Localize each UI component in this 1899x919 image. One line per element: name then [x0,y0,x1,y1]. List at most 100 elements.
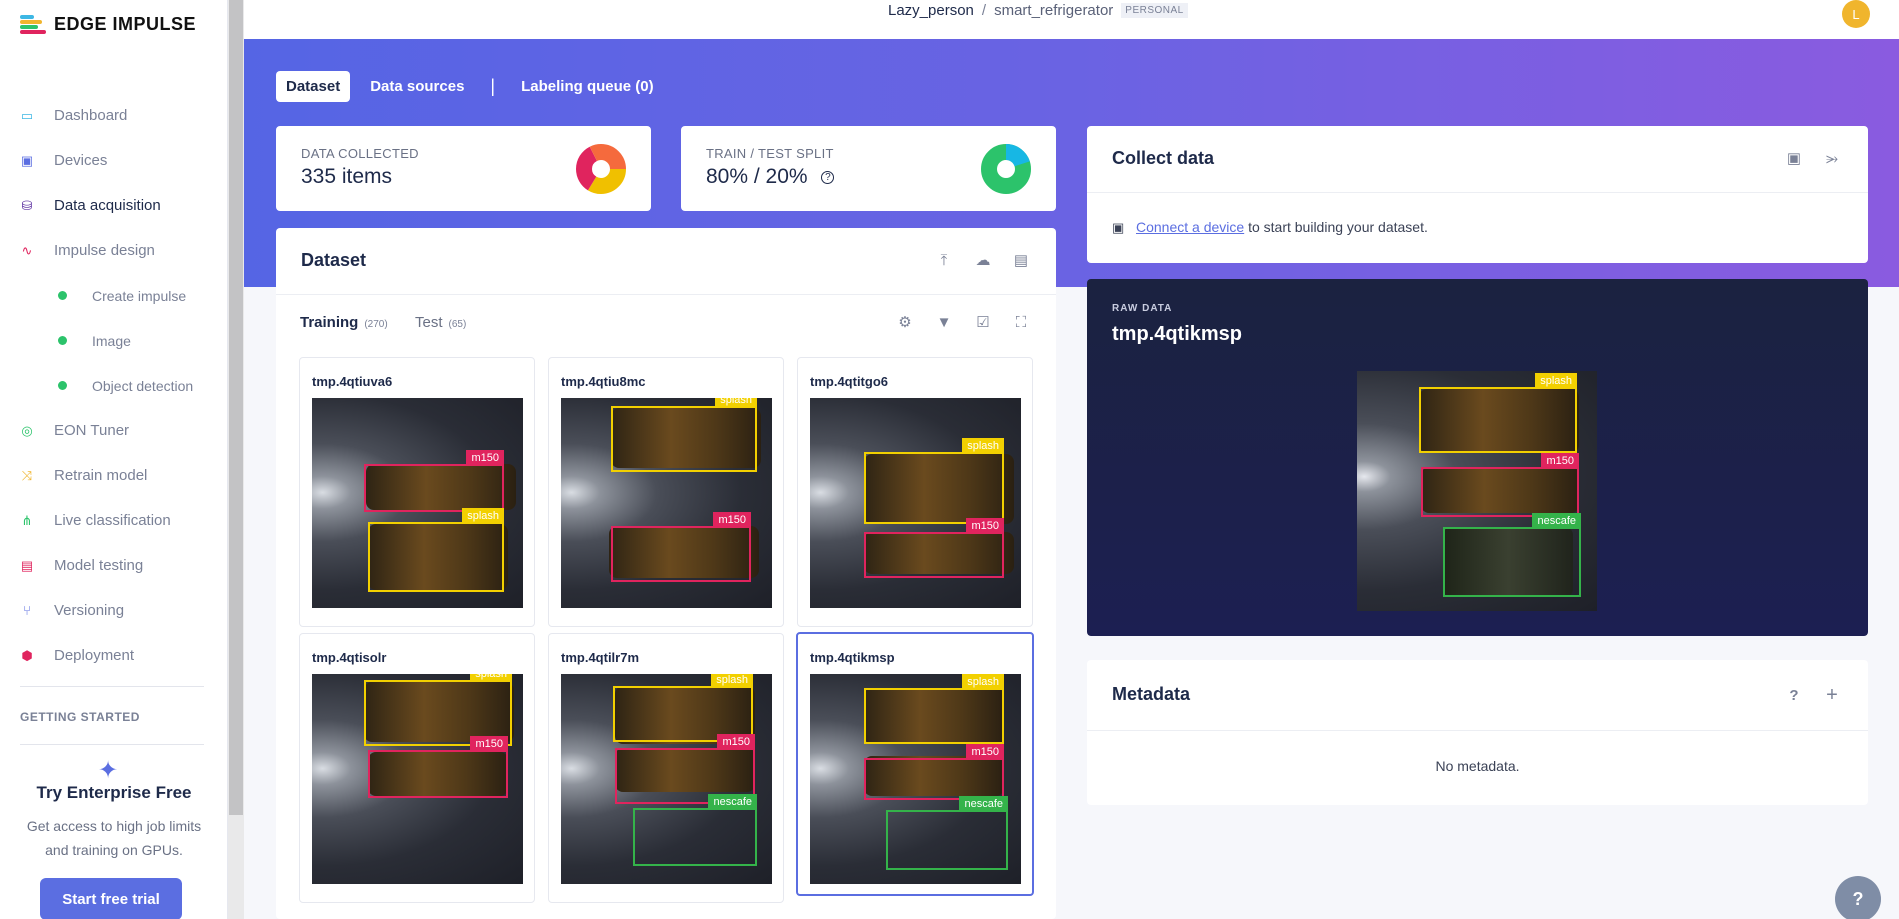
sidebar-item-label: Impulse design [54,242,155,259]
monitor-icon: ▭ [20,107,34,123]
edge-impulse-logo[interactable]: EDGE IMPULSE [20,14,196,35]
sample-card-selected[interactable]: tmp.4qtikmsp splash m150 nescafe [796,632,1034,896]
filter-icon[interactable]: ▼ [934,312,954,332]
box-label: nescafe [1532,513,1581,529]
usb-icon[interactable]: ⭃ [1822,148,1842,168]
sample-image: splash m150 nescafe [810,674,1021,884]
sample-image: splash m150 nescafe [561,674,772,884]
test-tab-label: Test [415,314,443,331]
sidebar-subitem-create-impulse[interactable]: Create impulse [0,273,228,318]
sidebar-item-model-testing[interactable]: ▤ Model testing [0,543,228,588]
sidebar-item-impulse-design[interactable]: ∿ Impulse design [0,228,228,273]
cloud-upload-icon[interactable]: ☁ [973,250,993,270]
sidebar-item-live-classification[interactable]: ⋔ Live classification [0,498,228,543]
start-free-trial-button[interactable]: Start free trial [40,878,182,919]
sidebar-item-retrain-model[interactable]: ⤨ Retrain model [0,453,228,498]
dataset-tabs: Dataset Data sources | Labeling queue (0… [276,71,674,102]
bounding-box: splash [1419,373,1577,453]
compass-icon: ◎ [21,422,33,438]
divider [20,744,204,745]
training-count: (270) [364,319,388,330]
collect-data-message: Connect a device to start building your … [1136,219,1428,235]
enterprise-description: Get access to high job limits and traini… [26,818,202,858]
label-distribution-donut-icon [576,144,626,194]
sidebar-scrollbar-thumb[interactable] [229,0,243,815]
metadata-title: Metadata [1112,684,1191,704]
collect-data-text: to start building your dataset. [1244,219,1428,235]
fullscreen-icon[interactable]: ⛶ [1011,312,1031,332]
raw-data-label: RAW DATA [1112,303,1173,314]
raw-data-image: splash m150 nescafe [1357,371,1597,611]
no-metadata-text: No metadata. [1435,758,1520,774]
chip-icon: ▣ [1112,220,1125,235]
tab-training[interactable]: Training (270) [300,314,388,331]
sample-card[interactable]: tmp.4qtitgo6 splash m150 [797,357,1033,627]
box-label: m150 [466,450,504,466]
sidebar-nav: ▭ Dashboard ▣ Devices ⛁ Data acquisition… [0,93,228,678]
sample-card[interactable]: tmp.4qtiuva6 m150 splash [299,357,535,627]
pulse-icon: ∿ [21,242,33,258]
data-collected-value: 335 items [301,165,393,188]
breadcrumb-project[interactable]: smart_refrigerator [994,2,1113,19]
divider [1087,730,1868,731]
sample-card[interactable]: tmp.4qtilr7m splash m150 nescafe [548,633,784,903]
sidebar-item-versioning[interactable]: ⑂ Versioning [0,588,228,633]
sidebar-item-devices[interactable]: ▣ Devices [0,138,228,183]
box-label: m150 [966,518,1004,534]
git-icon: ⑂ [23,603,31,618]
tab-data-sources[interactable]: Data sources [360,71,474,102]
sidebar-item-eon-tuner[interactable]: ◎ EON Tuner [0,408,228,453]
divider [276,294,1056,295]
sample-name: tmp.4qtiuva6 [312,374,393,389]
raw-data-title: tmp.4qtikmsp [1112,323,1243,345]
connect-device-link[interactable]: Connect a device [1136,219,1244,235]
sidebar-item-label: Data acquisition [54,197,161,214]
breadcrumb-user[interactable]: Lazy_person [888,2,974,19]
device-chip-icon[interactable]: ▣ [1784,148,1804,168]
clipboard-icon: ▤ [20,557,34,573]
branch-icon: ⋔ [21,512,33,528]
upload-icon[interactable]: ⤒ [934,250,954,270]
sample-card[interactable]: tmp.4qtisolr splash m150 [299,633,535,903]
tab-labeling-queue[interactable]: Labeling queue (0) [511,71,664,102]
sidebar-item-deployment[interactable]: ⬢ Deployment [0,633,228,678]
bounding-box: nescafe [886,796,1008,870]
sidebar-item-dashboard[interactable]: ▭ Dashboard [0,93,228,138]
sample-image: m150 splash [312,398,523,608]
tab-divider: | [490,76,496,96]
tab-test[interactable]: Test (65) [415,314,466,331]
getting-started-heading: GETTING STARTED [20,710,140,724]
bounding-box: m150 [611,512,751,582]
sidebar-subitem-label: Object detection [92,377,194,394]
sidebar-item-label: Deployment [54,647,135,664]
tab-dataset[interactable]: Dataset [276,71,351,102]
help-chat-button[interactable]: ? [1835,876,1881,919]
select-checkbox-icon[interactable]: ☑ [973,312,993,332]
sample-name: tmp.4qtitgo6 [810,374,888,389]
export-file-icon[interactable]: ▤ [1011,250,1031,270]
box-label: splash [962,438,1004,454]
sample-card[interactable]: tmp.4qtiu8mc splash m150 [548,357,784,627]
help-icon[interactable]: ? [1784,685,1804,705]
sidebar-subitem-label: Image [92,332,131,349]
help-icon[interactable]: ? [821,170,835,184]
bounding-box: m150 [368,736,508,798]
box-label: splash [715,398,757,408]
test-count: (65) [448,319,467,330]
sidebar-subitem-image[interactable]: Image [0,318,228,363]
breadcrumb-separator: / [981,2,987,19]
sidebar-item-data-acquisition[interactable]: ⛁ Data acquisition [0,183,228,228]
sidebar-subitem-object-detection[interactable]: Object detection [0,363,228,408]
sidebar-subitem-label: Create impulse [92,287,187,304]
collect-data-panel: Collect data ▣ ⭃ [1087,126,1868,263]
add-metadata-icon[interactable]: + [1822,684,1842,706]
bounding-box: splash [611,398,757,472]
database-icon: ⛁ [21,197,33,213]
divider [1087,192,1868,193]
breadcrumb: Lazy_person / smart_refrigerator PERSONA… [888,2,1188,19]
box-label: splash [462,508,504,524]
bounding-box: m150 [364,450,504,512]
metadata-panel: Metadata ? + No metadata. [1087,660,1868,805]
avatar[interactable]: L [1842,0,1870,28]
settings-eye-icon[interactable]: ⚙ [895,312,915,332]
